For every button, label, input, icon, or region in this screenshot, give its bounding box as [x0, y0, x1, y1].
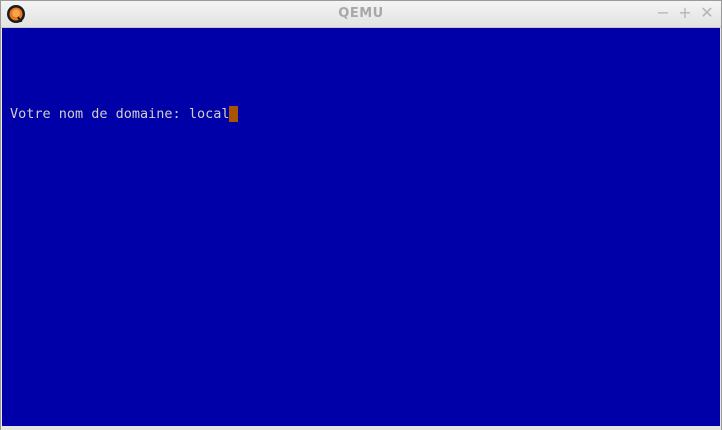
minimize-button[interactable]: − [653, 3, 673, 23]
vm-display[interactable]: Votre nom de domaine: local [2, 28, 720, 426]
window-bottom-border [1, 426, 721, 430]
window-titlebar[interactable]: QEMU − + ✕ [1, 1, 721, 28]
text-cursor [229, 106, 239, 122]
qemu-window: QEMU − + ✕ Votre nom de domaine: local [0, 0, 722, 430]
console-prompt-line: Votre nom de domaine: local [10, 106, 239, 122]
console-prompt: Votre nom de domaine: [10, 106, 189, 122]
close-button[interactable]: ✕ [697, 3, 717, 23]
maximize-button[interactable]: + [675, 3, 695, 23]
window-title: QEMU [338, 6, 384, 21]
domain-name-input[interactable]: local [189, 106, 230, 122]
